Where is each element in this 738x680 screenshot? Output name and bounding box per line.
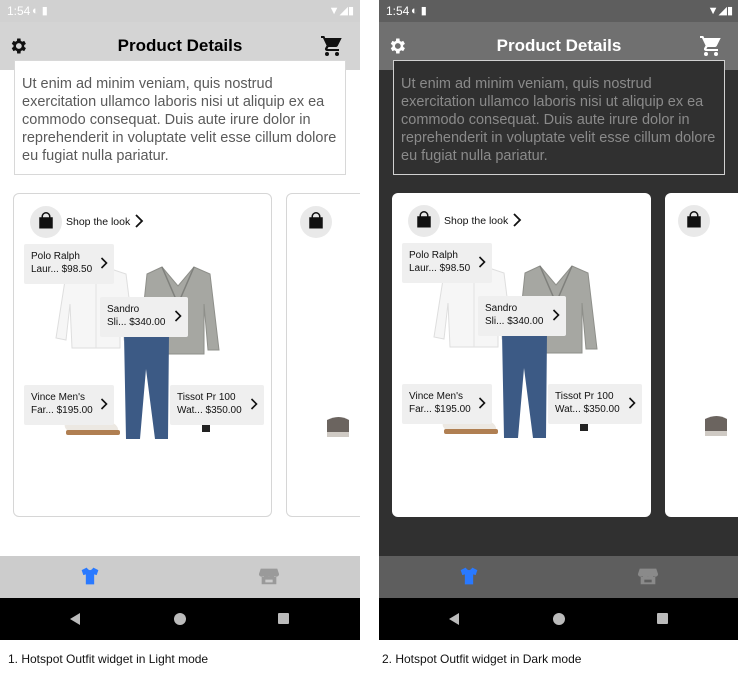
back-icon[interactable] bbox=[68, 612, 82, 626]
shop-the-look-label[interactable]: Shop the look bbox=[444, 215, 508, 227]
bottom-navigation bbox=[379, 556, 738, 598]
home-icon[interactable] bbox=[553, 613, 565, 625]
next-look-card[interactable] bbox=[665, 193, 738, 517]
next-look-card[interactable] bbox=[286, 193, 360, 517]
light-mode-screen: 1:54 ◐ ▮ ▼◢▮ Product Details Ut enim ad … bbox=[0, 0, 360, 640]
hotspot-price: $340.00 bbox=[129, 317, 166, 328]
notification-icons: ◐ ▮ bbox=[411, 5, 427, 17]
cart-icon[interactable] bbox=[699, 34, 723, 58]
hotspot-price: $98.50 bbox=[61, 264, 93, 275]
status-time: 1:54 bbox=[386, 4, 410, 18]
hotspot-price: $340.00 bbox=[507, 316, 544, 327]
hotspot-price: $195.00 bbox=[56, 405, 93, 416]
status-bar: 1:54 ◐ ▮ ▼◢▮ bbox=[379, 0, 738, 22]
chevron-right-icon bbox=[552, 309, 560, 321]
hotspot-vince[interactable]: Vince Men's Far... $195.00 bbox=[24, 385, 114, 425]
shop-badge[interactable] bbox=[408, 205, 440, 237]
recents-icon[interactable] bbox=[278, 613, 289, 624]
hotspot-sandro[interactable]: Sandro Sli... $340.00 bbox=[100, 297, 188, 337]
signal-battery-icon: ▼◢▮ bbox=[328, 5, 354, 17]
chevron-right-icon bbox=[250, 398, 258, 410]
store-icon[interactable] bbox=[637, 565, 659, 587]
status-bar: 1:54 ◐ ▮ ▼◢▮ bbox=[0, 0, 360, 22]
hotspot-sub: Wat... bbox=[177, 405, 203, 416]
shopping-bag-icon bbox=[39, 212, 53, 229]
product-description: Ut enim ad minim veniam, quis nostrud ex… bbox=[393, 60, 725, 175]
chevron-right-icon bbox=[478, 256, 486, 268]
system-navigation-bar bbox=[379, 598, 738, 640]
shop-the-look-card: Shop the look Polo Ralph Laur... $98.50 … bbox=[392, 193, 651, 517]
page-title: Product Details bbox=[117, 36, 243, 55]
chevron-right-icon bbox=[628, 397, 636, 409]
hotspot-sandro[interactable]: Sandro Sli... $340.00 bbox=[478, 296, 566, 336]
shopping-bag-icon bbox=[309, 212, 323, 229]
notification-icons: ◐ ▮ bbox=[32, 5, 48, 17]
tshirt-icon[interactable] bbox=[459, 566, 479, 586]
shop-badge[interactable] bbox=[678, 205, 710, 237]
hotspot-sub: Laur... bbox=[31, 264, 59, 275]
signal-battery-icon: ▼◢▮ bbox=[707, 5, 733, 17]
hotspot-tissot[interactable]: Tissot Pr 100 Wat... $350.00 bbox=[548, 384, 642, 424]
shoe-image bbox=[705, 416, 727, 436]
shopping-bag-icon bbox=[687, 211, 701, 228]
caption-dark: 2. Hotspot Outfit widget in Dark mode bbox=[382, 652, 582, 666]
tshirt-icon[interactable] bbox=[80, 566, 100, 586]
dark-mode-screen: 1:54 ◐ ▮ ▼◢▮ Product Details Ut enim ad … bbox=[379, 0, 738, 640]
hotspot-price: $350.00 bbox=[205, 405, 242, 416]
shop-badge[interactable] bbox=[300, 206, 332, 238]
shoe-image bbox=[327, 417, 349, 437]
hotspot-sub: Far... bbox=[409, 404, 432, 415]
hotspot-tissot[interactable]: Tissot Pr 100 Wat... $350.00 bbox=[170, 385, 264, 425]
system-navigation-bar bbox=[0, 598, 360, 640]
chevron-right-icon bbox=[174, 310, 182, 322]
back-icon[interactable] bbox=[447, 612, 461, 626]
product-description: Ut enim ad minim veniam, quis nostrud ex… bbox=[14, 60, 346, 175]
hotspot-sub: Wat... bbox=[555, 404, 581, 415]
page-title: Product Details bbox=[496, 36, 622, 55]
hotspot-price: $195.00 bbox=[434, 404, 471, 415]
recents-icon[interactable] bbox=[657, 613, 668, 624]
chevron-right-icon bbox=[478, 397, 486, 409]
shop-the-look-label[interactable]: Shop the look bbox=[66, 216, 130, 228]
caption-light: 1. Hotspot Outfit widget in Light mode bbox=[8, 652, 209, 666]
chevron-right-icon bbox=[100, 398, 108, 410]
status-time: 1:54 bbox=[7, 4, 31, 18]
shop-badge[interactable] bbox=[30, 206, 62, 238]
store-icon[interactable] bbox=[258, 565, 280, 587]
chevron-right-icon[interactable] bbox=[512, 213, 522, 227]
home-icon[interactable] bbox=[174, 613, 186, 625]
cart-icon[interactable] bbox=[320, 34, 344, 58]
shop-the-look-card: Shop the look Polo Ralph Laur... $98.50 bbox=[13, 193, 272, 517]
hotspot-sub: Laur... bbox=[409, 263, 437, 274]
hotspot-price: $350.00 bbox=[583, 404, 620, 415]
chevron-right-icon bbox=[100, 257, 108, 269]
hotspot-sub: Sli... bbox=[485, 316, 505, 327]
hotspot-polo-ralph[interactable]: Polo Ralph Laur... $98.50 bbox=[24, 244, 114, 284]
bottom-navigation bbox=[0, 556, 360, 598]
hotspot-vince[interactable]: Vince Men's Far... $195.00 bbox=[402, 384, 492, 424]
shopping-bag-icon bbox=[417, 211, 431, 228]
chevron-right-icon[interactable] bbox=[134, 214, 144, 228]
hotspot-polo-ralph[interactable]: Polo Ralph Laur... $98.50 bbox=[402, 243, 492, 283]
hotspot-sub: Sli... bbox=[107, 317, 127, 328]
hotspot-price: $98.50 bbox=[439, 263, 471, 274]
hotspot-sub: Far... bbox=[31, 405, 54, 416]
